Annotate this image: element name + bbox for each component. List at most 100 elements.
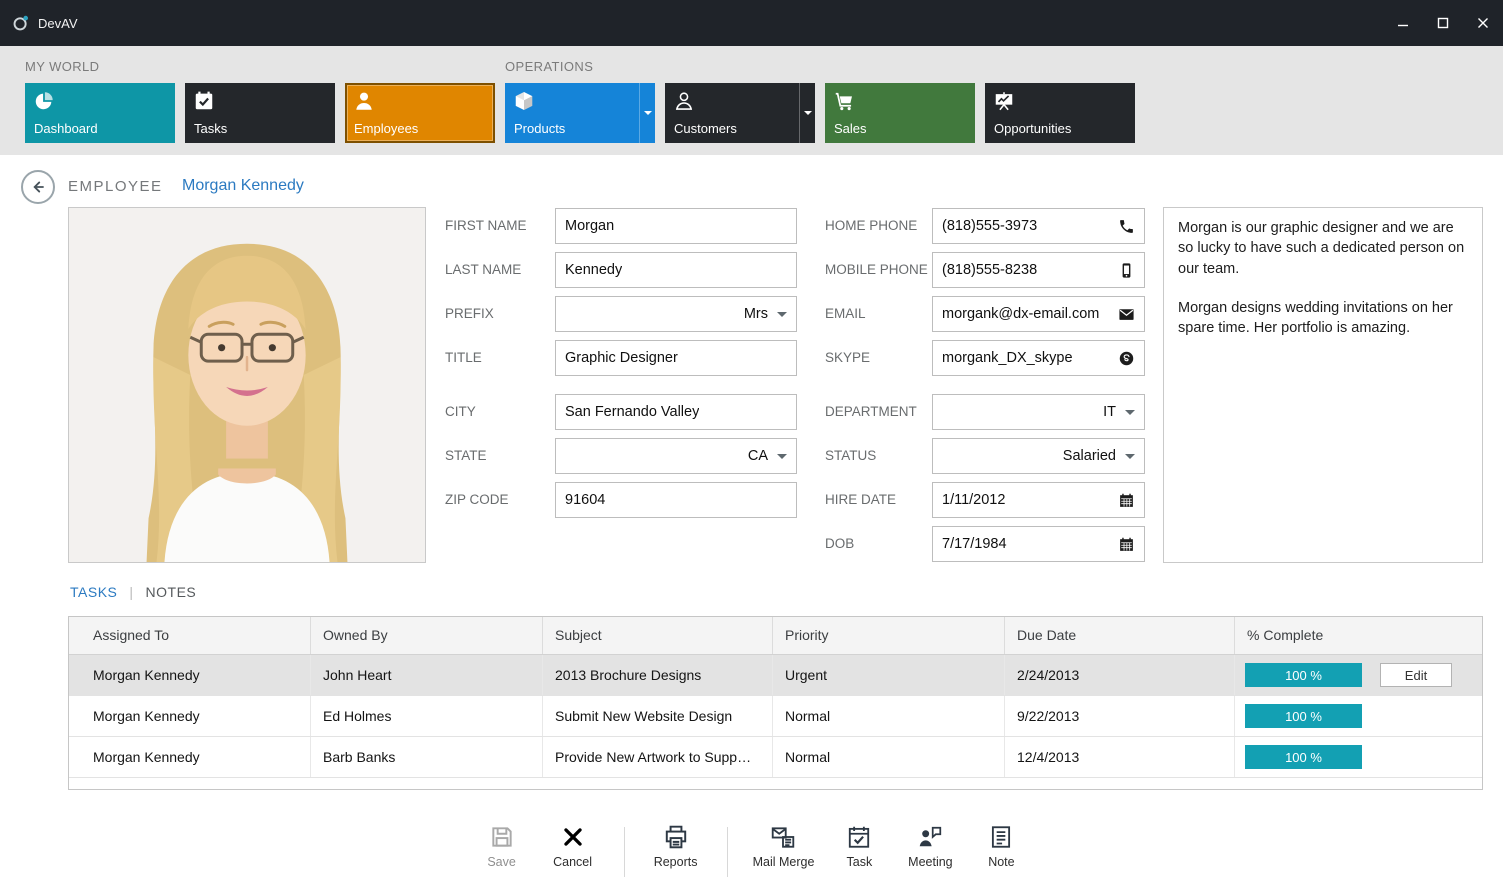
- edit-button[interactable]: Edit: [1380, 663, 1452, 687]
- field-title: TITLE Graphic Designer: [445, 340, 797, 376]
- ribbon-tile-label: Customers: [674, 121, 737, 136]
- cell-owned-by: Ed Holmes: [311, 696, 543, 736]
- department-value: IT: [1103, 404, 1116, 420]
- field-department: DEPARTMENT IT: [825, 394, 1145, 430]
- progress-bar: 100 %: [1245, 704, 1362, 728]
- last-name-value: Kennedy: [565, 262, 622, 278]
- mobile-phone-icon[interactable]: [1118, 262, 1135, 279]
- maximize-button[interactable]: [1423, 0, 1463, 46]
- field-home-phone: HOME PHONE (818)555-3973: [825, 208, 1145, 244]
- cell-due-date: 2/24/2013: [1005, 655, 1235, 695]
- table-row[interactable]: Morgan Kennedy Barb Banks Provide New Ar…: [69, 737, 1482, 778]
- cell-due-date: 12/4/2013: [1005, 737, 1235, 777]
- ribbon-tile-employees[interactable]: Employees: [345, 83, 495, 143]
- mobile-phone-value: (818)555-8238: [942, 262, 1037, 278]
- devav-window: DevAV MY WORLD OPERATIONS Dashboard: [0, 0, 1503, 894]
- first-name-input[interactable]: Morgan: [555, 208, 797, 244]
- cancel-button[interactable]: Cancel: [541, 824, 605, 869]
- chevron-down-icon[interactable]: [1125, 410, 1135, 415]
- table-row[interactable]: Morgan Kennedy John Heart 2013 Brochure …: [69, 655, 1482, 696]
- zip-code-input[interactable]: 91604: [555, 482, 797, 518]
- ribbon-tile-label: Tasks: [194, 121, 227, 136]
- hire-date-value: 1/11/2012: [942, 492, 1005, 508]
- field-prefix: PREFIX Mrs: [445, 296, 797, 332]
- customers-dropdown-arrow[interactable]: [799, 83, 815, 143]
- tab-notes[interactable]: NOTES: [146, 584, 197, 600]
- home-phone-label: HOME PHONE: [825, 208, 917, 244]
- chevron-down-icon[interactable]: [777, 312, 787, 317]
- chevron-down-icon[interactable]: [1125, 454, 1135, 459]
- title-bar: DevAV: [0, 0, 1503, 46]
- title-input[interactable]: Graphic Designer: [555, 340, 797, 376]
- cell-percent-complete: 100 % Edit: [1235, 655, 1482, 695]
- ribbon-tile-opportunities[interactable]: Opportunities: [985, 83, 1135, 143]
- mobile-phone-input[interactable]: (818)555-8238: [932, 252, 1145, 288]
- chevron-down-icon[interactable]: [777, 454, 787, 459]
- skype-icon[interactable]: [1118, 350, 1135, 367]
- ribbon-tile-tasks[interactable]: Tasks: [185, 83, 335, 143]
- email-input[interactable]: morgank@dx-email.com: [932, 296, 1145, 332]
- calendar-icon[interactable]: [1118, 492, 1135, 509]
- ribbon-tile-customers[interactable]: Customers: [665, 83, 815, 143]
- tab-tasks[interactable]: TASKS: [70, 584, 117, 600]
- status-value: Salaried: [1063, 448, 1116, 464]
- skype-label: SKYPE: [825, 340, 870, 376]
- dob-input[interactable]: 7/17/1984: [932, 526, 1145, 562]
- task-button[interactable]: Task: [827, 824, 891, 869]
- meeting-button[interactable]: Meeting: [898, 824, 962, 869]
- skype-input[interactable]: morgank_DX_skype: [932, 340, 1145, 376]
- ribbon-tile-products[interactable]: Products: [505, 83, 655, 143]
- app-logo-wrap: DevAV: [0, 14, 78, 32]
- back-arrow-icon: [28, 177, 48, 197]
- save-button[interactable]: Save: [470, 824, 534, 869]
- cell-due-date: 9/22/2013: [1005, 696, 1235, 736]
- minimize-button[interactable]: [1383, 0, 1423, 46]
- calendar-icon[interactable]: [1118, 536, 1135, 553]
- skype-value: morgank_DX_skype: [942, 350, 1073, 366]
- ribbon-tile-dashboard[interactable]: Dashboard: [25, 83, 175, 143]
- meeting-icon: [917, 824, 943, 850]
- app-title: DevAV: [38, 16, 78, 31]
- note-button[interactable]: Note: [969, 824, 1033, 869]
- title-value: Graphic Designer: [565, 350, 678, 366]
- cell-priority: Urgent: [773, 655, 1005, 695]
- back-button[interactable]: [21, 170, 55, 204]
- employees-icon: [353, 90, 375, 112]
- email-icon[interactable]: [1118, 306, 1135, 323]
- hire-date-input[interactable]: 1/11/2012: [932, 482, 1145, 518]
- products-icon: [513, 90, 535, 112]
- employee-notes-field[interactable]: Morgan is our graphic designer and we ar…: [1163, 207, 1483, 563]
- home-phone-input[interactable]: (818)555-3973: [932, 208, 1145, 244]
- reports-button[interactable]: Reports: [644, 824, 708, 869]
- mail-merge-icon: [770, 824, 796, 850]
- column-header-priority[interactable]: Priority: [773, 617, 1005, 654]
- close-button[interactable]: [1463, 0, 1503, 46]
- prefix-select[interactable]: Mrs: [555, 296, 797, 332]
- products-dropdown-arrow[interactable]: [639, 83, 655, 143]
- department-select[interactable]: IT: [932, 394, 1145, 430]
- ribbon-tile-sales[interactable]: Sales: [825, 83, 975, 143]
- mail-merge-button[interactable]: Mail Merge: [747, 824, 821, 869]
- task-label: Task: [847, 855, 873, 869]
- title-label: TITLE: [445, 340, 482, 376]
- tab-separator: |: [129, 584, 133, 600]
- cell-percent-complete: 100 %: [1235, 737, 1482, 777]
- table-row[interactable]: Morgan Kennedy Ed Holmes Submit New Webs…: [69, 696, 1482, 737]
- column-header-percent-complete[interactable]: % Complete: [1235, 617, 1482, 654]
- column-header-due-date[interactable]: Due Date: [1005, 617, 1235, 654]
- sales-icon: [833, 90, 855, 112]
- cell-owned-by: John Heart: [311, 655, 543, 695]
- column-header-owned-by[interactable]: Owned By: [311, 617, 543, 654]
- city-input[interactable]: San Fernando Valley: [555, 394, 797, 430]
- status-select[interactable]: Salaried: [932, 438, 1145, 474]
- phone-icon[interactable]: [1118, 218, 1135, 235]
- customers-icon: [673, 90, 695, 112]
- ribbon-tile-label: Sales: [834, 121, 867, 136]
- prefix-value: Mrs: [744, 306, 768, 322]
- employee-name: Morgan Kennedy: [182, 177, 304, 195]
- last-name-input[interactable]: Kennedy: [555, 252, 797, 288]
- field-hire-date: HIRE DATE 1/11/2012: [825, 482, 1145, 518]
- state-select[interactable]: CA: [555, 438, 797, 474]
- column-header-subject[interactable]: Subject: [543, 617, 773, 654]
- column-header-assigned-to[interactable]: Assigned To: [69, 617, 311, 654]
